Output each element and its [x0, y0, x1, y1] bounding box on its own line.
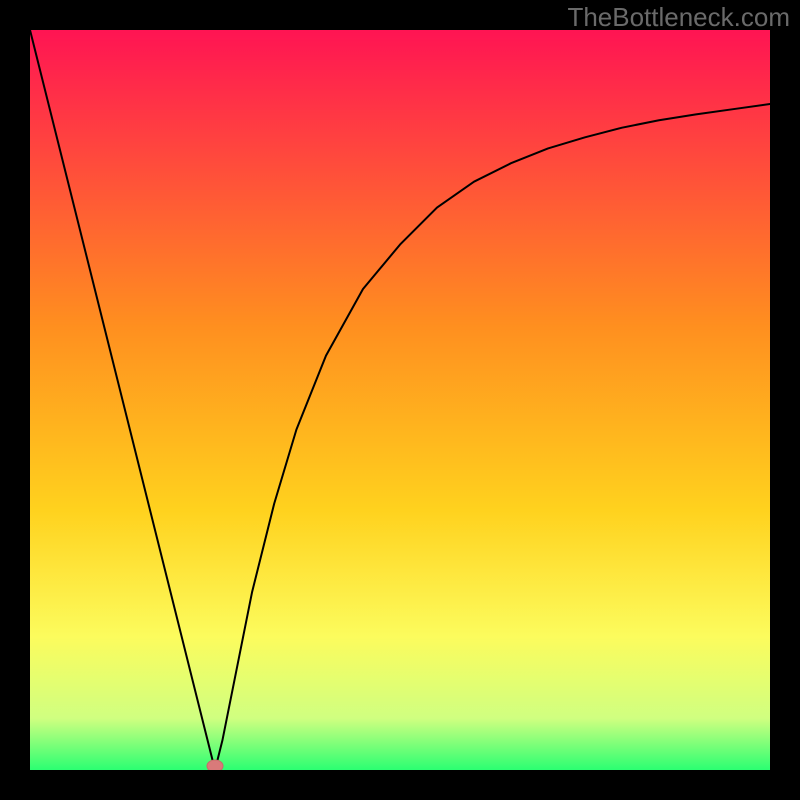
minimum-marker-icon	[207, 760, 223, 770]
gradient-background	[30, 30, 770, 770]
plot-area	[30, 30, 770, 770]
chart-frame: TheBottleneck.com	[0, 0, 800, 800]
bottleneck-chart	[30, 30, 770, 770]
watermark-label: TheBottleneck.com	[567, 2, 790, 33]
